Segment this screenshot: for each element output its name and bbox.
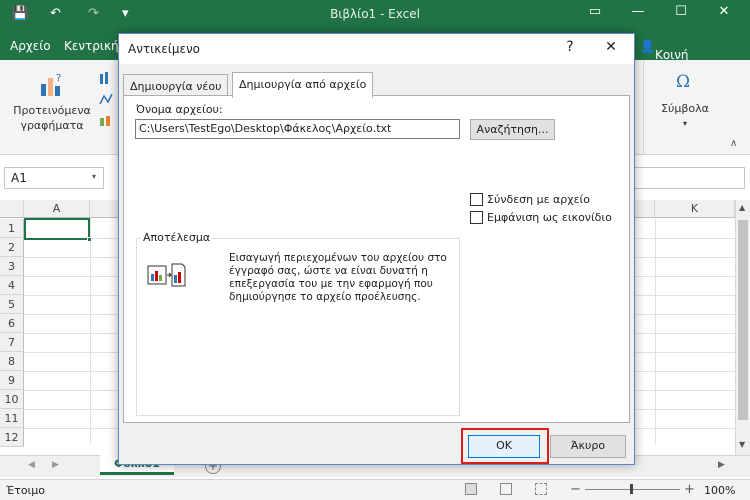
tab-file[interactable]: Αρχείο (10, 39, 51, 53)
help-button[interactable]: ? (559, 39, 581, 55)
row-header-4[interactable]: 4 (0, 276, 24, 295)
symbol-icon: Ω (676, 72, 691, 92)
row-header-10[interactable]: 10 (0, 390, 24, 409)
file-name-label: Όνομα αρχείου: (136, 103, 223, 116)
column-header-a[interactable]: A (24, 200, 90, 218)
vertical-scrollbar[interactable]: ▲ ▼ (735, 200, 750, 458)
row-header-2[interactable]: 2 (0, 238, 24, 257)
share-button[interactable]: 👤 Κοινή χρήση (640, 39, 692, 76)
recommended-charts-icon: ? (38, 72, 64, 98)
recommended-charts-label-1: Προτεινόμενα (13, 104, 91, 117)
ribbon-divider (643, 60, 644, 155)
result-description: Εισαγωγή περιεχομένων του αρχείου στο έγ… (229, 252, 447, 303)
row-header-12[interactable]: 12 (0, 428, 24, 447)
title-bar: 💾 ↶ ↷ ▾ Βιβλίο1 - Excel ▭ — ☐ ✕ (0, 0, 750, 30)
recommended-charts-button[interactable]: Προτεινόμενα γραφήματα (12, 103, 92, 133)
row-header-3[interactable]: 3 (0, 257, 24, 276)
close-button[interactable]: ✕ (709, 4, 739, 19)
grid-line (655, 218, 656, 445)
zoom-slider-thumb[interactable] (630, 484, 633, 494)
column-header-k[interactable]: K (655, 200, 735, 218)
row-header-8[interactable]: 8 (0, 352, 24, 371)
symbols-label: Σύμβολα (661, 102, 709, 115)
scroll-up-icon[interactable]: ▲ (739, 203, 745, 212)
name-box-dropdown-icon[interactable]: ▾ (92, 172, 96, 181)
previous-sheet-icon[interactable]: ◀ (28, 460, 35, 470)
checkbox-box[interactable] (470, 193, 483, 206)
chevron-down-icon: ▾ (682, 119, 687, 128)
name-box[interactable]: A1 (4, 167, 104, 189)
ready-status: Έτοιμο (6, 484, 46, 497)
next-sheet-icon[interactable]: ▶ (52, 460, 59, 470)
dialog-title-bar: Αντικείμενο ? ✕ (119, 34, 634, 64)
selected-cell-a1[interactable] (24, 218, 90, 240)
scroll-right-icon[interactable]: ▶ (718, 460, 725, 470)
fill-handle[interactable] (87, 237, 92, 242)
zoom-level[interactable]: 100% (704, 484, 735, 497)
display-as-icon-checkbox[interactable]: Εμφάνιση ως εικονίδιο (470, 211, 612, 224)
maximize-button[interactable]: ☐ (666, 4, 696, 19)
highlight-frame (461, 428, 549, 464)
row-header-1[interactable]: 1 (0, 219, 24, 238)
select-all-corner[interactable] (0, 200, 24, 218)
checkbox-box[interactable] (470, 211, 483, 224)
cancel-button[interactable]: Άκυρο (550, 435, 626, 458)
recommended-charts-label-2: γραφήματα (20, 119, 84, 132)
dialog-title: Αντικείμενο (128, 42, 200, 56)
embed-object-icon (147, 262, 187, 288)
status-bar: Έτοιμο − + 100% (0, 479, 750, 500)
scroll-thumb[interactable] (738, 220, 748, 420)
symbols-button[interactable]: Σύμβολα ▾ (655, 101, 715, 131)
zoom-out-button[interactable]: − (570, 482, 581, 497)
display-as-icon-label: Εμφάνιση ως εικονίδιο (487, 211, 612, 224)
row-header-9[interactable]: 9 (0, 371, 24, 390)
tab-create-from-file[interactable]: Δημιουργία από αρχείο (232, 72, 374, 98)
page-layout-view-icon[interactable] (500, 483, 512, 495)
scroll-down-icon[interactable]: ▼ (739, 440, 745, 449)
browse-button[interactable]: Αναζήτηση... (470, 119, 555, 140)
normal-view-icon[interactable] (465, 483, 477, 495)
minimize-button[interactable]: — (623, 4, 653, 19)
tab-create-new[interactable]: Δημιουργία νέου (123, 74, 229, 96)
tab-home[interactable]: Κεντρική (64, 39, 119, 53)
dialog-close-button[interactable]: ✕ (600, 39, 622, 55)
result-label: Αποτέλεσμα (141, 231, 213, 244)
ribbon-display-icon[interactable]: ▭ (580, 4, 610, 19)
row-header-11[interactable]: 11 (0, 409, 24, 428)
link-to-file-label: Σύνδεση με αρχείο (487, 193, 591, 206)
link-to-file-checkbox[interactable]: Σύνδεση με αρχείο (470, 193, 590, 206)
page-break-view-icon[interactable] (535, 483, 547, 495)
zoom-in-button[interactable]: + (684, 482, 695, 497)
grid-line (90, 218, 91, 445)
row-header-5[interactable]: 5 (0, 295, 24, 314)
file-name-input[interactable]: C:\Users\TestEgo\Desktop\Φάκελος\Αρχείο.… (135, 119, 460, 139)
chart-types-icon[interactable] (98, 70, 114, 130)
object-dialog: Αντικείμενο ? ✕ Δημιουργία νέου Δημιουργ… (118, 33, 635, 465)
svg-text:?: ? (56, 73, 61, 84)
collapse-ribbon-icon[interactable]: ∧ (730, 138, 737, 149)
row-header-7[interactable]: 7 (0, 333, 24, 352)
row-header-6[interactable]: 6 (0, 314, 24, 333)
